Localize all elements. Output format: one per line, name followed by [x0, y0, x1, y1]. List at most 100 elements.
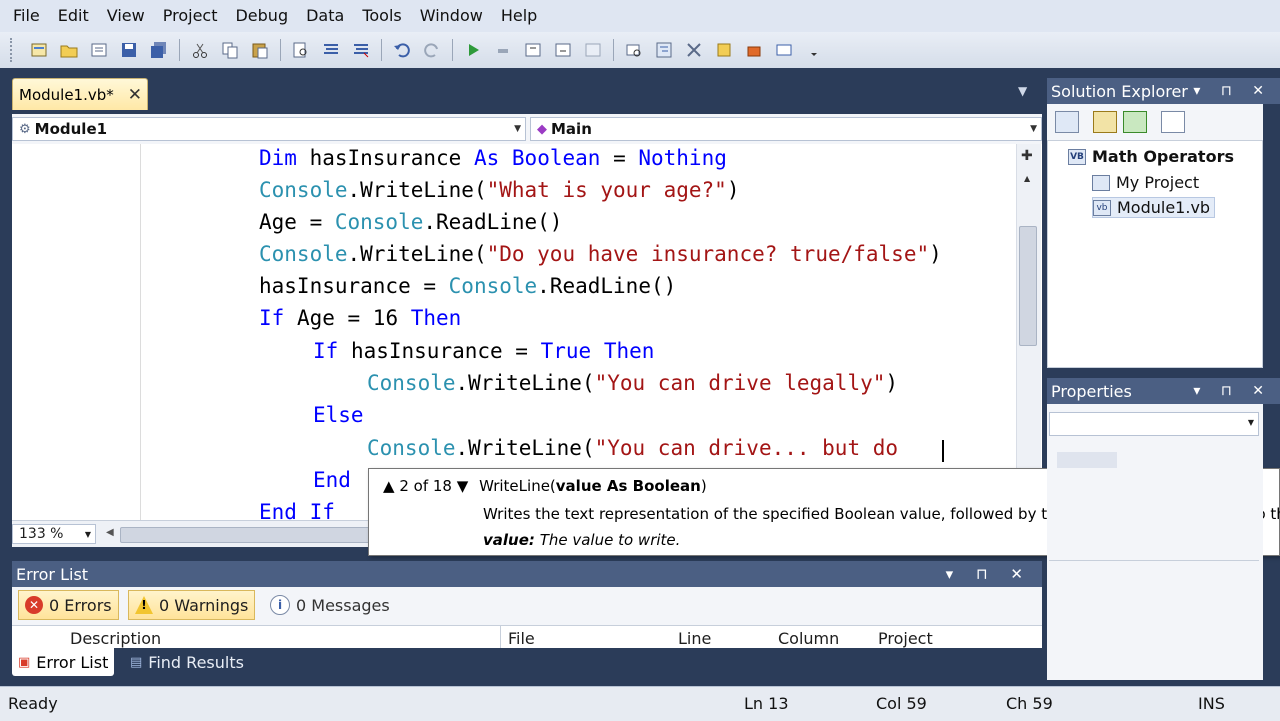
vertical-scroll-thumb[interactable]: [1019, 226, 1037, 346]
menu-help[interactable]: Help: [492, 0, 546, 32]
document-dropdown-icon[interactable]: ▼: [1018, 84, 1027, 98]
column-project[interactable]: Project: [878, 629, 933, 648]
start-page-icon[interactable]: [773, 39, 795, 61]
properties-window-icon[interactable]: [1093, 111, 1117, 133]
scroll-up-icon[interactable]: ▲: [1024, 174, 1030, 183]
messages-count: 0 Messages: [296, 595, 390, 615]
class-dropdown-value: Module1: [34, 120, 108, 138]
toolbar-overflow-icon[interactable]: [803, 39, 825, 61]
warnings-filter-button[interactable]: ! 0 Warnings: [128, 590, 256, 620]
overload-down-icon[interactable]: ▼: [457, 477, 469, 495]
tree-item-module1-vb[interactable]: vb Module1.vb: [1092, 197, 1216, 218]
pause-icon[interactable]: [492, 39, 514, 61]
find-in-files-icon[interactable]: [623, 39, 645, 61]
code-line-13[interactable]: Console.WriteLine("You can drive... but …: [367, 436, 898, 460]
class-dropdown[interactable]: ⚙ Module1 ▼: [12, 117, 526, 141]
status-line: Ln 13: [744, 694, 789, 713]
save-all-icon[interactable]: [148, 39, 170, 61]
toolbar-separator: [280, 39, 281, 61]
save-icon[interactable]: [118, 39, 140, 61]
code-text: .WriteLine(: [347, 178, 487, 202]
pane-controls[interactable]: ▾ ⊓ ✕: [1193, 383, 1272, 399]
code-line-5[interactable]: Console.WriteLine("What is your age?"): [259, 178, 739, 202]
menu-file[interactable]: File: [0, 0, 49, 32]
object-selector-dropdown[interactable]: ▼: [1049, 412, 1259, 436]
start-debugging-icon[interactable]: [462, 39, 484, 61]
code-line-11[interactable]: Console.WriteLine("You can drive legally…: [367, 371, 898, 395]
method-dropdown[interactable]: ◆ Main ▼: [530, 117, 1042, 141]
column-column[interactable]: Column: [778, 629, 839, 648]
toolbox-icon[interactable]: [743, 39, 765, 61]
chevron-down-icon: ▼: [514, 124, 521, 134]
solution-explorer-icon[interactable]: [653, 39, 675, 61]
string-literal: "You can drive legally": [594, 371, 886, 395]
code-line-14[interactable]: End: [313, 468, 351, 492]
code-line-8[interactable]: hasInsurance = Console.ReadLine(): [259, 274, 676, 298]
step-into-icon[interactable]: [522, 39, 544, 61]
add-item-icon[interactable]: [88, 39, 110, 61]
menu-debug[interactable]: Debug: [226, 0, 297, 32]
scroll-left-icon[interactable]: ◀: [106, 527, 114, 538]
type-name: Console: [448, 274, 538, 298]
error-list-panel: ✕ 0 Errors ! 0 Warnings i 0 Messages Des…: [12, 587, 1042, 650]
step-over-icon[interactable]: [552, 39, 574, 61]
menu-view[interactable]: View: [98, 0, 154, 32]
menu-tools[interactable]: Tools: [353, 0, 410, 32]
redo-icon[interactable]: [421, 39, 443, 61]
pane-controls[interactable]: ▾ ⊓ ✕: [1193, 83, 1272, 99]
menu-project[interactable]: Project: [154, 0, 227, 32]
tab-module1-vb[interactable]: Module1.vb* ✕: [12, 78, 148, 110]
tree-item-my-project[interactable]: My Project: [1092, 173, 1199, 192]
type-name: Console: [367, 436, 456, 460]
column-description[interactable]: Description: [70, 629, 161, 648]
copy-icon[interactable]: [219, 39, 241, 61]
column-line[interactable]: Line: [678, 629, 711, 648]
cut-icon[interactable]: [189, 39, 211, 61]
code-navigation-bar: ⚙ Module1 ▼ ◆ Main ▼: [12, 114, 1042, 145]
step-out-icon[interactable]: [582, 39, 604, 61]
code-line-10[interactable]: If hasInsurance = True Then: [313, 339, 654, 363]
tab-find-results[interactable]: ▤ Find Results: [124, 648, 250, 676]
code-line-9[interactable]: If Age = 16 Then: [259, 306, 461, 330]
errors-filter-button[interactable]: ✕ 0 Errors: [18, 590, 119, 620]
toolbar-grip[interactable]: [10, 38, 16, 62]
undo-icon[interactable]: [391, 39, 413, 61]
comment-icon[interactable]: [320, 39, 342, 61]
horizontal-scroll-thumb[interactable]: [120, 527, 382, 543]
close-tab-icon[interactable]: ✕: [128, 85, 142, 105]
split-window-icon[interactable]: ✚: [1021, 148, 1033, 164]
code-line-7[interactable]: Console.WriteLine("Do you have insurance…: [259, 242, 942, 266]
menu-data[interactable]: Data: [297, 0, 353, 32]
properties-icon[interactable]: [683, 39, 705, 61]
column-file[interactable]: File: [508, 629, 535, 648]
open-folder-icon[interactable]: [58, 39, 80, 61]
messages-filter-button[interactable]: i 0 Messages: [264, 590, 396, 620]
line-number-gutter: 4 5 6 7 8 9 10 11 12 13 14 15: [12, 144, 128, 520]
new-project-icon[interactable]: [28, 39, 50, 61]
code-line-4[interactable]: Dim hasInsurance As Boolean = Nothing: [259, 146, 727, 170]
zoom-dropdown[interactable]: 133 % ▼: [12, 524, 96, 544]
menu-edit[interactable]: Edit: [49, 0, 98, 32]
keyword: Dim: [259, 146, 297, 170]
solution-node[interactable]: VB Math Operators: [1068, 147, 1234, 166]
overload-up-icon[interactable]: ▲: [383, 477, 395, 495]
keyword: Then: [410, 306, 462, 330]
refresh-icon[interactable]: [1123, 111, 1147, 133]
code-editor[interactable]: 4 5 6 7 8 9 10 11 12 13 14 15 Dim hasIns…: [12, 144, 1042, 520]
code-line-15[interactable]: End If: [259, 500, 335, 520]
object-browser-icon[interactable]: [713, 39, 735, 61]
uncomment-icon[interactable]: [350, 39, 372, 61]
tab-error-list[interactable]: ▣ Error List: [12, 648, 115, 676]
show-all-files-icon[interactable]: [1055, 111, 1079, 133]
pane-controls[interactable]: ▾ ⊓ ✕: [946, 565, 1032, 583]
paste-icon[interactable]: [249, 39, 271, 61]
menu-window[interactable]: Window: [411, 0, 492, 32]
type-name: Console: [259, 178, 348, 202]
find-icon[interactable]: [290, 39, 312, 61]
properties-toolbar[interactable]: [1057, 452, 1117, 468]
code-line-12[interactable]: Else: [313, 403, 364, 427]
code-text: .ReadLine(): [423, 210, 563, 234]
view-code-icon[interactable]: [1161, 111, 1185, 133]
code-line-6[interactable]: Age = Console.ReadLine(): [259, 210, 562, 234]
